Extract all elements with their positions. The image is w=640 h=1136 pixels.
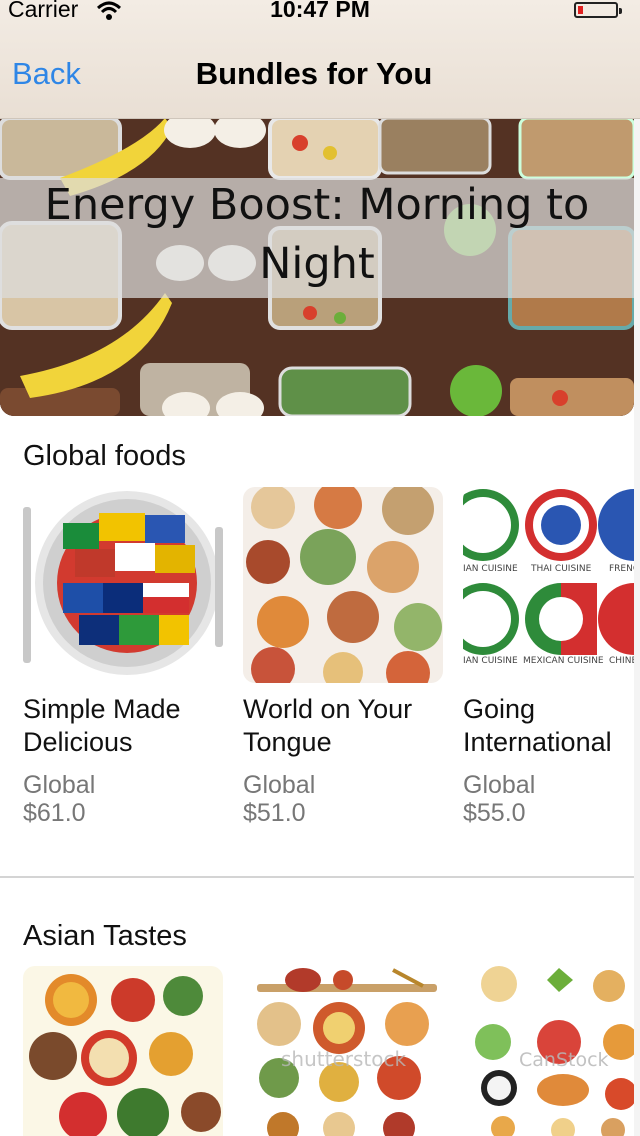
bundle-price: $55.0 (463, 799, 526, 827)
bundle-category: Global (243, 771, 316, 799)
clock: 10:47 PM (270, 0, 370, 22)
flag-plate-image (23, 491, 223, 675)
asian-cuisine-set-image: shutterstock (257, 968, 437, 1136)
featured-bundle-title: Energy Boost: Morning to Night (44, 180, 590, 289)
bundle-name: World on Your Tongue (243, 694, 413, 757)
cuisine-label: THAI CUISINE (530, 564, 592, 574)
cuisine-label: IAN CUISINE (463, 564, 518, 574)
cuisine-icons-image: IAN CUISINE THAI CUISINE FRENC IAN CUISI… (463, 489, 634, 666)
battery-icon (574, 2, 622, 18)
cuisine-label: CHINE (609, 656, 634, 666)
section-title-asian-tastes: Asian Tastes (23, 920, 187, 952)
status-bar: Carrier 10:47 PM (0, 0, 640, 40)
asian-snacks-image: CanStock (475, 966, 634, 1136)
world-dishes-image (246, 487, 442, 683)
page-title: Bundles for You (195, 56, 433, 91)
asian-dishes-image (29, 974, 221, 1136)
cuisine-label: FRENC (609, 564, 634, 574)
featured-bundle-banner[interactable]: Energy Boost: Morning to Night (0, 118, 634, 416)
section-title-global-foods: Global foods (23, 440, 186, 472)
bundle-category: Global (23, 771, 96, 799)
bundle-thumbnail: CanStock (463, 966, 634, 1136)
bundle-thumbnail (23, 966, 223, 1136)
bundle-price: $61.0 (23, 799, 86, 827)
bundle-thumbnail: IAN CUISINE THAI CUISINE FRENC IAN CUISI… (463, 487, 634, 683)
bundle-name: Simple Made Delicious (23, 694, 181, 757)
bundle-thumbnail (243, 487, 443, 683)
watermark-text: shutterstock (281, 1047, 406, 1071)
bundle-price: $51.0 (243, 799, 306, 827)
scroll-edge (634, 118, 640, 1136)
bundle-category: Global (463, 771, 536, 799)
bundle-thumbnail: shutterstock (243, 966, 443, 1136)
cuisine-label: IAN CUISINE (463, 656, 518, 666)
bundle-thumbnail (23, 487, 223, 683)
section-divider (0, 876, 634, 878)
cuisine-label: MEXICAN CUISINE (523, 656, 604, 666)
watermark-text: CanStock (519, 1049, 609, 1071)
bundle-name: Going International (463, 694, 612, 757)
